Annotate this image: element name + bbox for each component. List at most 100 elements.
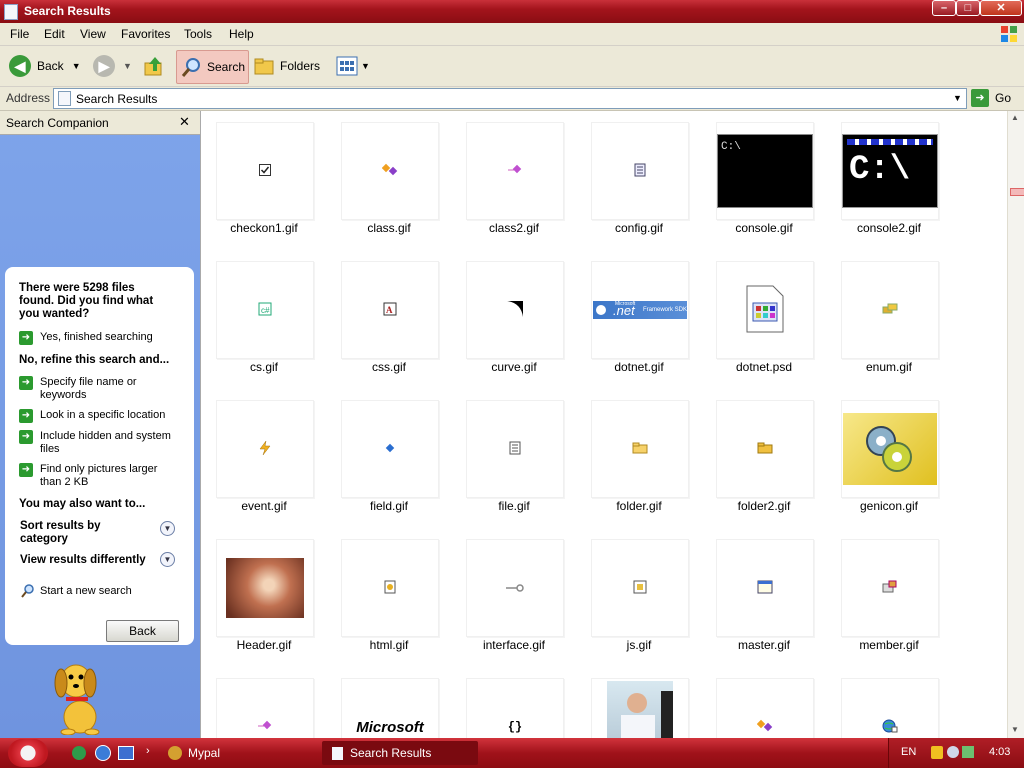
file-name-label[interactable]: console2.gif bbox=[819, 221, 959, 235]
file-thumbnail[interactable] bbox=[216, 539, 314, 637]
network-icon[interactable] bbox=[947, 746, 959, 758]
file-name-label[interactable]: checkon1.gif bbox=[201, 221, 334, 235]
scroll-down-icon[interactable]: ▼ bbox=[1011, 725, 1019, 734]
file-name-label[interactable]: folder2.gif bbox=[694, 499, 834, 513]
new-search-link[interactable]: Start a new search bbox=[20, 583, 132, 599]
refine-option-hidden[interactable]: ➜ Include hidden and system files bbox=[19, 430, 179, 455]
file-thumbnail[interactable] bbox=[716, 261, 814, 359]
address-field[interactable]: Search Results ▼ bbox=[53, 88, 967, 109]
chevron-down-icon[interactable]: ▼ bbox=[160, 521, 175, 536]
file-name-label[interactable]: config.gif bbox=[569, 221, 709, 235]
file-thumbnail[interactable] bbox=[591, 539, 689, 637]
refine-option-pictures[interactable]: ➜ Find only pictures larger than 2 KB bbox=[19, 463, 179, 488]
sort-by-category-link[interactable]: Sort results by category bbox=[20, 520, 140, 546]
up-folder-button[interactable] bbox=[143, 50, 165, 82]
file-thumbnail[interactable] bbox=[716, 400, 814, 498]
file-name-label[interactable]: curve.gif bbox=[444, 360, 584, 374]
menu-tools[interactable]: Tools bbox=[184, 27, 212, 41]
vertical-scrollbar[interactable]: ▲ ▼ bbox=[1007, 111, 1024, 738]
menu-file[interactable]: File bbox=[10, 27, 29, 41]
volume-icon[interactable] bbox=[962, 746, 974, 758]
file-name-label[interactable]: genicon.gif bbox=[819, 499, 959, 513]
file-name-label[interactable]: interface.gif bbox=[444, 638, 584, 652]
menu-view[interactable]: View bbox=[80, 27, 106, 41]
menu-favorites[interactable]: Favorites bbox=[121, 27, 170, 41]
utorrent-icon[interactable] bbox=[72, 746, 86, 760]
file-thumbnail[interactable]: C:\ bbox=[841, 122, 939, 220]
ie-icon[interactable] bbox=[95, 745, 111, 761]
chevron-right-icon[interactable]: › bbox=[146, 745, 150, 757]
file-thumbnail[interactable] bbox=[841, 261, 939, 359]
file-thumbnail[interactable] bbox=[341, 122, 439, 220]
file-thumbnail[interactable] bbox=[716, 678, 814, 738]
folders-button[interactable]: Folders bbox=[253, 50, 320, 82]
scroll-up-icon[interactable]: ▲ bbox=[1011, 113, 1019, 122]
scroll-thumb[interactable] bbox=[1010, 188, 1024, 196]
start-button[interactable] bbox=[8, 739, 48, 767]
file-thumbnail[interactable] bbox=[841, 400, 939, 498]
file-thumbnail[interactable]: A bbox=[341, 261, 439, 359]
view-differently-link[interactable]: View results differently bbox=[20, 554, 146, 566]
file-name-label[interactable]: Header.gif bbox=[201, 638, 334, 652]
file-name-label[interactable]: event.gif bbox=[201, 499, 334, 513]
forward-button[interactable]: ▶ ▼ bbox=[93, 50, 132, 82]
file-name-label[interactable]: dotnet.psd bbox=[694, 360, 834, 374]
close-pane-icon[interactable]: ✕ bbox=[179, 114, 190, 130]
file-name-label[interactable]: console.gif bbox=[694, 221, 834, 235]
go-button[interactable]: ➜ Go bbox=[971, 88, 1011, 108]
file-thumbnail[interactable]: Microsoft bbox=[341, 678, 439, 738]
search-button[interactable]: Search bbox=[176, 50, 249, 84]
file-thumbnail[interactable] bbox=[466, 261, 564, 359]
file-name-label[interactable]: html.gif bbox=[319, 638, 459, 652]
file-thumbnail[interactable] bbox=[216, 122, 314, 220]
menu-edit[interactable]: Edit bbox=[44, 27, 65, 41]
file-name-label[interactable]: master.gif bbox=[694, 638, 834, 652]
file-name-label[interactable]: dotnet.gif bbox=[569, 360, 709, 374]
chevron-down-icon[interactable]: ▼ bbox=[160, 552, 175, 567]
file-thumbnail[interactable] bbox=[466, 539, 564, 637]
file-thumbnail[interactable] bbox=[216, 400, 314, 498]
address-dropdown-icon[interactable]: ▼ bbox=[949, 89, 966, 108]
file-thumbnail[interactable] bbox=[216, 678, 314, 738]
file-thumbnail[interactable] bbox=[466, 400, 564, 498]
language-indicator[interactable]: EN bbox=[901, 746, 916, 758]
file-name-label[interactable]: css.gif bbox=[319, 360, 459, 374]
security-shield-icon[interactable] bbox=[931, 746, 943, 759]
file-name-label[interactable]: class.gif bbox=[319, 221, 459, 235]
refine-option-location[interactable]: ➜ Look in a specific location bbox=[19, 409, 179, 423]
file-name-label[interactable]: enum.gif bbox=[819, 360, 959, 374]
maximize-button[interactable]: □ bbox=[956, 0, 980, 16]
file-name-label[interactable]: cs.gif bbox=[201, 360, 334, 374]
desktop-icon[interactable] bbox=[118, 746, 134, 760]
file-name-label[interactable]: js.gif bbox=[569, 638, 709, 652]
file-name-label[interactable]: file.gif bbox=[444, 499, 584, 513]
file-thumbnail[interactable] bbox=[341, 400, 439, 498]
file-thumbnail[interactable] bbox=[591, 400, 689, 498]
file-thumbnail[interactable]: c# bbox=[216, 261, 314, 359]
yes-finished-option[interactable]: ➜ Yes, finished searching bbox=[19, 331, 179, 345]
file-thumbnail[interactable] bbox=[466, 122, 564, 220]
file-name-label[interactable]: field.gif bbox=[319, 499, 459, 513]
file-name-label[interactable]: folder.gif bbox=[569, 499, 709, 513]
file-thumbnail[interactable] bbox=[341, 539, 439, 637]
search-results-taskbar-button[interactable]: Search Results bbox=[322, 741, 478, 765]
file-thumbnail[interactable] bbox=[841, 678, 939, 738]
file-thumbnail[interactable] bbox=[841, 539, 939, 637]
back-dropdown-icon[interactable]: ▼ bbox=[72, 61, 81, 71]
file-thumbnail[interactable]: C:\ bbox=[716, 122, 814, 220]
file-thumbnail[interactable] bbox=[591, 678, 689, 738]
file-name-label[interactable]: member.gif bbox=[819, 638, 959, 652]
refine-option-filename[interactable]: ➜ Specify file name or keywords bbox=[19, 376, 179, 401]
menu-help[interactable]: Help bbox=[229, 27, 254, 41]
back-button-companion[interactable]: Back bbox=[106, 620, 179, 642]
minimize-button[interactable]: – bbox=[932, 0, 956, 16]
file-thumbnail[interactable] bbox=[591, 122, 689, 220]
file-thumbnail[interactable]: {} bbox=[466, 678, 564, 738]
file-name-label[interactable]: class2.gif bbox=[444, 221, 584, 235]
forward-dropdown-icon[interactable]: ▼ bbox=[123, 61, 132, 71]
search-dog-icon[interactable] bbox=[46, 659, 116, 735]
close-button[interactable]: ✕ bbox=[980, 0, 1022, 16]
back-button[interactable]: ◀ Back ▼ bbox=[9, 50, 81, 82]
file-thumbnail[interactable]: Microsoft .net Framework SDK bbox=[591, 261, 689, 359]
views-button[interactable]: ▼ bbox=[336, 50, 370, 82]
